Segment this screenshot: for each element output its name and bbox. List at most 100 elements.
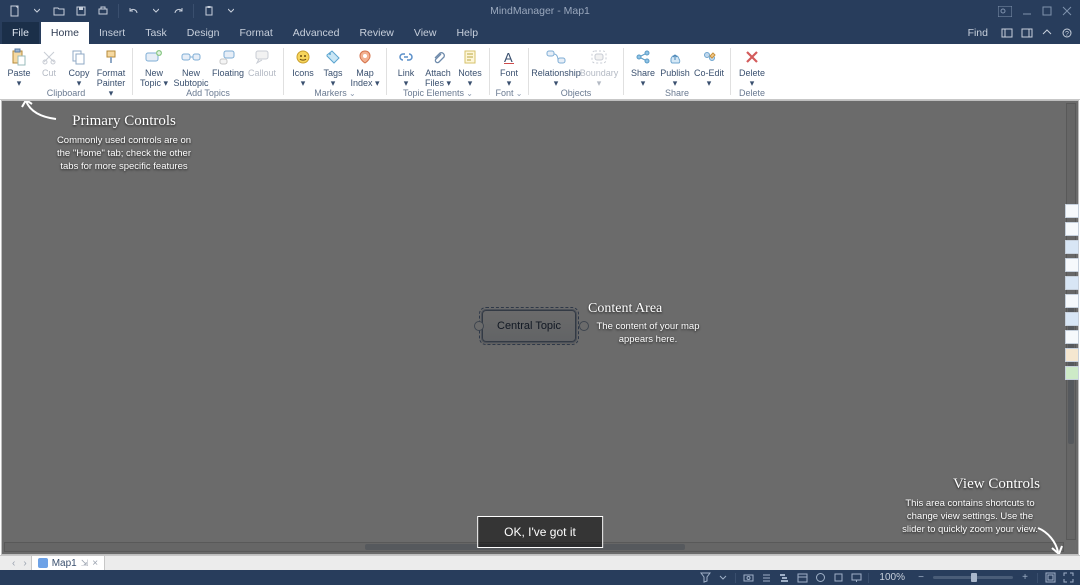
view-map-icon[interactable]	[742, 572, 754, 584]
new-subtopic-button[interactable]: New Subtopic	[171, 46, 211, 88]
fit-icon[interactable]	[1044, 572, 1056, 584]
side-icon-1[interactable]	[1065, 204, 1079, 218]
font-button[interactable]: A Font ▾	[494, 46, 524, 88]
coedit-button[interactable]: Co-Edit ▾	[692, 46, 726, 88]
font-icon: A	[499, 48, 519, 66]
side-icon-2[interactable]	[1065, 222, 1079, 236]
tab-insert[interactable]: Insert	[89, 22, 135, 44]
side-icon-4[interactable]	[1065, 258, 1079, 272]
tab-review[interactable]: Review	[349, 22, 403, 44]
paste-quick-icon[interactable]	[200, 3, 218, 19]
zoom-slider-knob[interactable]	[971, 573, 977, 582]
tab-view[interactable]: View	[404, 22, 447, 44]
delete-button[interactable]: Delete ▾	[735, 46, 769, 88]
tab-file[interactable]: File	[2, 22, 39, 44]
side-icon-3[interactable]	[1065, 240, 1079, 254]
tour-tip-primary: Primary Controls Commonly used controls …	[54, 113, 194, 173]
link-button[interactable]: Link ▾	[391, 46, 421, 88]
redo-icon[interactable]	[169, 3, 187, 19]
tab-home[interactable]: Home	[41, 22, 89, 44]
paste-dropdown-icon[interactable]	[222, 3, 240, 19]
fullscreen-icon[interactable]	[1062, 572, 1074, 584]
minimize-icon[interactable]	[1022, 6, 1032, 16]
tour-primary-title: Primary Controls	[54, 113, 194, 130]
view-presentation-icon[interactable]	[850, 572, 862, 584]
tour-content-body: The content of your map appears here.	[588, 320, 708, 346]
share-button[interactable]: Share ▾	[628, 46, 658, 88]
document-tabs-bar: ‹ › Map1 ⇲ ×	[0, 555, 1080, 570]
tab-task[interactable]: Task	[135, 22, 177, 44]
undo-icon[interactable]	[125, 3, 143, 19]
side-icon-7[interactable]	[1065, 312, 1079, 326]
map-index-button[interactable]: Map Index ▾	[348, 46, 382, 88]
panel-toggle-2-icon[interactable]	[1020, 26, 1034, 40]
copy-button[interactable]: Copy ▾	[64, 46, 94, 88]
doctabs-next-icon[interactable]: ›	[19, 558, 30, 569]
view-schedule-icon[interactable]	[796, 572, 808, 584]
ribbon-group-share: Share ▾ Publish ▾ Co-Edit ▾ Share	[624, 44, 730, 100]
view-gantt-icon[interactable]	[778, 572, 790, 584]
filter-icon[interactable]	[699, 572, 711, 584]
group-label-delete: Delete	[731, 88, 773, 100]
ribbon: Paste ▾ Cut Copy ▾ Format Painter ▾ Clip…	[0, 44, 1080, 100]
side-icon-6[interactable]	[1065, 294, 1079, 308]
tab-format[interactable]: Format	[229, 22, 282, 44]
tab-advanced[interactable]: Advanced	[283, 22, 350, 44]
user-badge-icon[interactable]	[998, 6, 1012, 17]
zoom-slider[interactable]	[933, 576, 1013, 579]
publish-button[interactable]: Publish ▾	[658, 46, 692, 88]
ribbon-group-delete: Delete ▾ Delete	[731, 44, 773, 100]
delete-icon	[742, 48, 762, 66]
open-file-icon[interactable]	[50, 3, 68, 19]
ribbon-group-clipboard: Paste ▾ Cut Copy ▾ Format Painter ▾ Clip…	[0, 44, 132, 100]
icons-button[interactable]: Icons ▾	[288, 46, 318, 88]
notes-button[interactable]: Notes ▾	[455, 46, 485, 88]
filter-dropdown-icon[interactable]	[717, 572, 729, 584]
pin-icon[interactable]: ⇲	[81, 558, 89, 569]
side-icon-5[interactable]	[1065, 276, 1079, 290]
collapse-ribbon-icon[interactable]	[1040, 26, 1054, 40]
paste-button[interactable]: Paste ▾	[4, 46, 34, 88]
zoom-in-icon[interactable]: +	[1019, 572, 1031, 584]
tab-help[interactable]: Help	[446, 22, 488, 44]
view-icon-6[interactable]	[832, 572, 844, 584]
document-tab-map1[interactable]: Map1 ⇲ ×	[31, 555, 105, 570]
find-field[interactable]: Find	[962, 27, 994, 39]
side-icon-10[interactable]	[1065, 366, 1079, 380]
print-icon[interactable]	[94, 3, 112, 19]
help-icon[interactable]: ?	[1060, 26, 1074, 40]
panel-toggle-1-icon[interactable]	[1000, 26, 1014, 40]
canvas-viewport: Central Topic Primary Controls Commonly …	[1, 100, 1079, 555]
attach-files-button[interactable]: Attach Files ▾	[421, 46, 455, 88]
side-icon-8[interactable]	[1065, 330, 1079, 344]
callout-button[interactable]: Callout	[245, 46, 279, 78]
maximize-icon[interactable]	[1042, 6, 1052, 16]
doctabs-prev-icon[interactable]: ‹	[8, 558, 19, 569]
floating-topic-button[interactable]: Floating	[211, 46, 245, 78]
tags-button[interactable]: Tags ▾	[318, 46, 348, 88]
notes-icon	[460, 48, 480, 66]
copy-icon	[69, 48, 89, 66]
undo-dropdown-icon[interactable]	[147, 3, 165, 19]
title-bar: MindManager - Map1	[0, 0, 1080, 22]
view-outline-icon[interactable]	[760, 572, 772, 584]
zoom-out-icon[interactable]: −	[915, 572, 927, 584]
side-icon-9[interactable]	[1065, 348, 1079, 362]
relationship-button[interactable]: Relationship ▾	[533, 46, 579, 88]
tab-design[interactable]: Design	[177, 22, 230, 44]
tour-ok-button[interactable]: OK, I've got it	[477, 516, 603, 548]
boundary-button[interactable]: Boundary ▾	[579, 46, 619, 88]
map-file-icon	[38, 558, 48, 568]
new-topic-button[interactable]: New Topic ▾	[137, 46, 171, 88]
close-icon[interactable]	[1062, 6, 1072, 16]
new-file-dropdown-icon[interactable]	[28, 3, 46, 19]
zoom-value[interactable]: 100%	[875, 572, 909, 583]
group-label-objects: Objects	[529, 88, 623, 100]
map-canvas[interactable]: Central Topic Primary Controls Commonly …	[2, 101, 1078, 554]
group-label-font: Font	[490, 88, 528, 100]
cut-button[interactable]: Cut	[34, 46, 64, 78]
save-icon[interactable]	[72, 3, 90, 19]
view-icon-5[interactable]	[814, 572, 826, 584]
tab-close-icon[interactable]: ×	[92, 558, 98, 569]
new-file-icon[interactable]	[6, 3, 24, 19]
